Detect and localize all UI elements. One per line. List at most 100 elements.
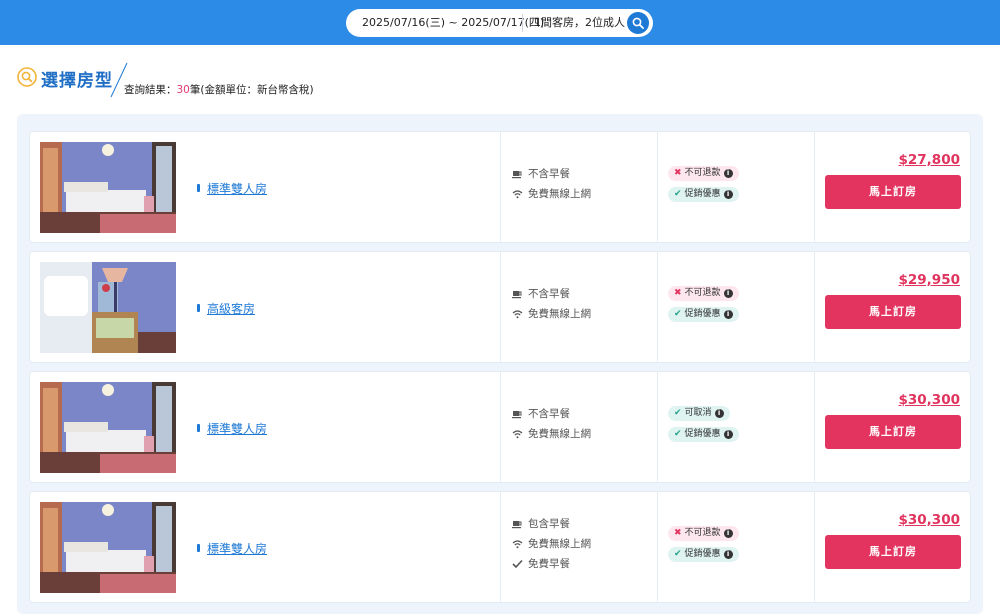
amenity-text: 免費無線上網: [528, 188, 591, 200]
search-button[interactable]: [627, 12, 649, 34]
room-name-link[interactable]: 標準雙人房: [207, 180, 267, 197]
room-name-marker: [197, 304, 200, 312]
book-now-button[interactable]: 馬上訂房: [825, 175, 961, 209]
amenity-breakfast: 不含早餐: [512, 166, 570, 181]
room-price[interactable]: $29,950: [899, 272, 961, 288]
column-divider: [500, 372, 501, 482]
room-photo[interactable]: [40, 502, 176, 593]
page-title: 選擇房型: [41, 71, 113, 91]
column-divider: [500, 492, 501, 602]
room-price[interactable]: $30,300: [899, 512, 961, 528]
column-divider: [500, 252, 501, 362]
column-divider: [657, 492, 658, 602]
room-photo[interactable]: [40, 262, 176, 353]
result-suffix: 筆(金額單位：新台幣含稅): [189, 84, 314, 96]
book-now-button[interactable]: 馬上訂房: [825, 295, 961, 329]
x-icon: ✖: [674, 288, 682, 298]
room-photo[interactable]: [40, 382, 176, 473]
room-name-link[interactable]: 高級客房: [207, 300, 255, 317]
wifi-icon: [512, 309, 523, 318]
room-name-link[interactable]: 標準雙人房: [207, 420, 267, 437]
check-icon: ✔: [674, 429, 682, 439]
result-summary: 查詢結果：30筆(金額單位：新台幣含稅): [124, 82, 314, 97]
info-icon[interactable]: i: [714, 409, 724, 418]
check-icon: [512, 559, 523, 568]
room-card: 高級客房 不含早餐 免費無線上網 ✖ 不可退款 i ✔ 促銷優惠 i $29,9…: [29, 251, 971, 363]
amenity-text: 包含早餐: [528, 518, 570, 530]
room-price[interactable]: $30,300: [899, 392, 961, 408]
column-divider: [500, 132, 501, 242]
room-list: 標準雙人房 不含早餐 免費無線上網 ✖ 不可退款 i ✔ 促銷優惠 i $27,…: [17, 114, 983, 614]
book-now-button[interactable]: 馬上訂房: [825, 415, 961, 449]
column-divider: [814, 372, 815, 482]
check-icon: ✔: [674, 408, 682, 418]
stay-dates[interactable]: 2025/07/16(三) ~ 2025/07/17(四): [362, 9, 544, 37]
info-icon[interactable]: i: [723, 430, 733, 439]
badge-text: 促銷優惠: [684, 429, 721, 439]
result-prefix: 查詢結果：: [124, 84, 177, 96]
info-icon[interactable]: i: [723, 529, 733, 538]
room-name-marker: [197, 424, 200, 432]
x-icon: ✖: [674, 528, 682, 538]
badge-text: 促銷優惠: [684, 189, 721, 199]
column-divider: [657, 372, 658, 482]
check-icon: ✔: [674, 309, 682, 319]
badge-promotion[interactable]: ✔ 促銷優惠 i: [668, 427, 739, 442]
amenity-text: 免費無線上網: [528, 308, 591, 320]
coffee-cup-icon: [512, 170, 522, 178]
column-divider: [814, 132, 815, 242]
amenity-breakfast: 包含早餐: [512, 516, 570, 531]
badge-text: 不可退款: [684, 168, 721, 178]
badge-text: 促銷優惠: [684, 549, 721, 559]
badge-non-refundable[interactable]: ✖ 不可退款 i: [668, 526, 739, 541]
info-icon[interactable]: i: [723, 310, 733, 319]
room-photo[interactable]: [40, 142, 176, 233]
room-name-marker: [197, 544, 200, 552]
column-divider: [814, 252, 815, 362]
badge-promotion[interactable]: ✔ 促銷優惠 i: [668, 187, 739, 202]
info-icon[interactable]: i: [723, 169, 733, 178]
badge-non-refundable[interactable]: ✖ 不可退款 i: [668, 286, 739, 301]
room-price[interactable]: $27,800: [899, 152, 961, 168]
badge-promotion[interactable]: ✔ 促銷優惠 i: [668, 547, 739, 562]
info-icon[interactable]: i: [723, 190, 733, 199]
check-icon: ✔: [674, 189, 682, 199]
amenity-text: 不含早餐: [528, 288, 570, 300]
amenity-text: 不含早餐: [528, 168, 570, 180]
badge-non-refundable[interactable]: ✖ 不可退款 i: [668, 166, 739, 181]
guest-room-count[interactable]: 1間客房，2位成人: [534, 9, 625, 37]
wifi-icon: [512, 429, 523, 438]
info-icon[interactable]: i: [723, 550, 733, 559]
badge-text: 可取消: [684, 408, 712, 418]
amenity-breakfast: 不含早餐: [512, 286, 570, 301]
badge-text: 不可退款: [684, 528, 721, 538]
amenity-text: 不含早餐: [528, 408, 570, 420]
amenity-wifi: 免費無線上網: [512, 536, 591, 551]
check-icon: ✔: [674, 549, 682, 559]
room-name-link[interactable]: 標準雙人房: [207, 540, 267, 557]
amenity-text: 免費早餐: [528, 558, 570, 570]
info-icon[interactable]: i: [723, 289, 733, 298]
amenity-wifi: 免費無線上網: [512, 186, 591, 201]
amenity-free-breakfast: 免費早餐: [512, 556, 570, 571]
search-summary-pill[interactable]: 2025/07/16(三) ~ 2025/07/17(四) 1間客房，2位成人: [346, 9, 653, 37]
badge-cancellable[interactable]: ✔ 可取消 i: [668, 406, 730, 421]
badge-text: 不可退款: [684, 288, 721, 298]
amenity-wifi: 免費無線上網: [512, 306, 591, 321]
book-now-button[interactable]: 馬上訂房: [825, 535, 961, 569]
wifi-icon: [512, 539, 523, 548]
room-card: 標準雙人房 不含早餐 免費無線上網 ✖ 不可退款 i ✔ 促銷優惠 i $27,…: [29, 131, 971, 243]
column-divider: [814, 492, 815, 602]
coffee-cup-icon: [512, 290, 522, 298]
result-count: 30: [176, 84, 190, 96]
room-name-marker: [197, 184, 200, 192]
badge-promotion[interactable]: ✔ 促銷優惠 i: [668, 307, 739, 322]
x-icon: ✖: [674, 168, 682, 178]
top-header-bar: 2025/07/16(三) ~ 2025/07/17(四) 1間客房，2位成人: [0, 0, 1000, 45]
wifi-icon: [512, 189, 523, 198]
column-divider: [657, 132, 658, 242]
badge-text: 促銷優惠: [684, 309, 721, 319]
coffee-cup-icon: [512, 410, 522, 418]
search-icon: [632, 17, 644, 29]
room-card: 標準雙人房 包含早餐 免費無線上網 免費早餐 ✖ 不可退款 i ✔ 促銷優惠 i…: [29, 491, 971, 603]
